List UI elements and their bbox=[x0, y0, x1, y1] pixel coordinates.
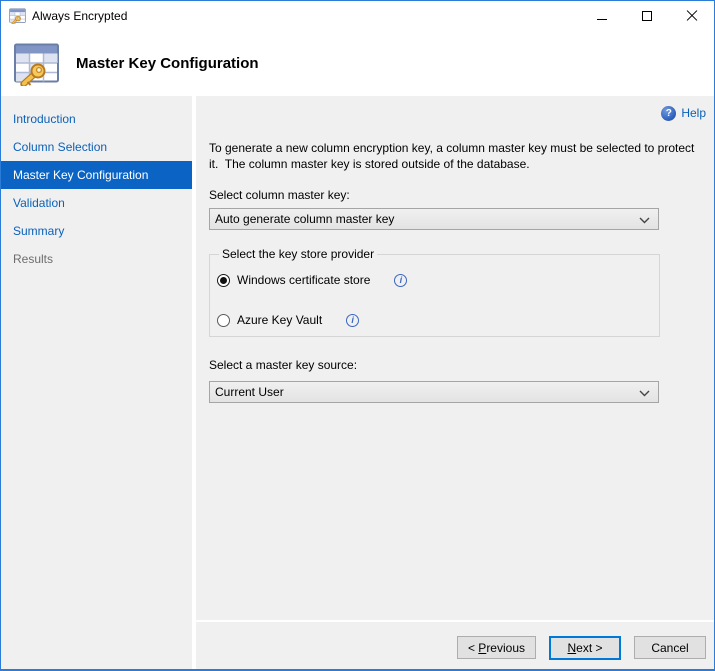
chevron-down-icon bbox=[639, 390, 650, 397]
column-master-key-dropdown[interactable]: Auto generate column master key bbox=[209, 208, 659, 230]
windows-certificate-store-option: Windows certificate store i bbox=[217, 272, 649, 288]
maximize-button[interactable] bbox=[624, 1, 669, 31]
window-controls bbox=[579, 1, 714, 31]
close-icon bbox=[686, 10, 698, 22]
table-key-icon bbox=[13, 42, 60, 86]
info-icon[interactable]: i bbox=[346, 314, 359, 327]
close-button[interactable] bbox=[669, 1, 714, 31]
help-row: ? Help bbox=[209, 104, 706, 122]
sidebar-item-results: Results bbox=[1, 245, 192, 273]
next-button[interactable]: Next > bbox=[549, 636, 621, 660]
master-key-source-dropdown[interactable]: Current User bbox=[209, 381, 659, 403]
master-key-source-label: Select a master key source: bbox=[209, 358, 706, 372]
help-icon[interactable]: ? bbox=[661, 106, 676, 121]
azure-key-vault-option: Azure Key Vault i bbox=[217, 312, 649, 328]
info-icon[interactable]: i bbox=[394, 274, 407, 287]
maximize-icon bbox=[642, 11, 652, 21]
key-store-provider-legend: Select the key store provider bbox=[219, 247, 377, 261]
windows-certificate-store-radio[interactable] bbox=[217, 274, 230, 287]
azure-key-vault-radio[interactable] bbox=[217, 314, 230, 327]
windows-certificate-store-label: Windows certificate store bbox=[237, 273, 370, 287]
minimize-icon bbox=[597, 19, 607, 20]
key-store-provider-group: Select the key store provider Windows ce… bbox=[209, 247, 660, 337]
wizard-body: Introduction Column Selection Master Key… bbox=[1, 96, 714, 669]
cancel-button[interactable]: Cancel bbox=[634, 636, 706, 659]
previous-button[interactable]: < Previous bbox=[457, 636, 536, 659]
minimize-button[interactable] bbox=[579, 1, 624, 31]
sidebar-item-master-key-configuration[interactable]: Master Key Configuration bbox=[1, 161, 192, 189]
wizard-buttons: < Previous Next > Cancel bbox=[457, 636, 706, 660]
column-master-key-label: Select column master key: bbox=[209, 188, 706, 202]
wizard-steps-sidebar: Introduction Column Selection Master Key… bbox=[1, 96, 192, 669]
help-link[interactable]: Help bbox=[681, 106, 706, 120]
title-bar: Always Encrypted bbox=[1, 1, 714, 31]
intro-text: To generate a new column encryption key,… bbox=[209, 140, 706, 172]
sidebar-item-validation[interactable]: Validation bbox=[1, 189, 192, 217]
wizard-header: Master Key Configuration bbox=[1, 31, 714, 96]
sidebar-item-column-selection[interactable]: Column Selection bbox=[1, 133, 192, 161]
column-master-key-value: Auto generate column master key bbox=[215, 212, 394, 226]
master-key-source-value: Current User bbox=[215, 385, 284, 399]
sidebar-item-introduction[interactable]: Introduction bbox=[1, 105, 192, 133]
app-table-key-icon bbox=[9, 8, 26, 24]
footer-divider bbox=[196, 620, 715, 622]
chevron-down-icon bbox=[639, 217, 650, 224]
master-key-configuration-panel: ? Help To generate a new column encrypti… bbox=[196, 96, 715, 669]
always-encrypted-wizard-window: Always Encrypted Master Key Configuratio… bbox=[0, 0, 715, 671]
sidebar-item-summary[interactable]: Summary bbox=[1, 217, 192, 245]
window-title: Always Encrypted bbox=[32, 9, 127, 23]
azure-key-vault-label: Azure Key Vault bbox=[237, 313, 322, 327]
page-title: Master Key Configuration bbox=[76, 55, 259, 72]
